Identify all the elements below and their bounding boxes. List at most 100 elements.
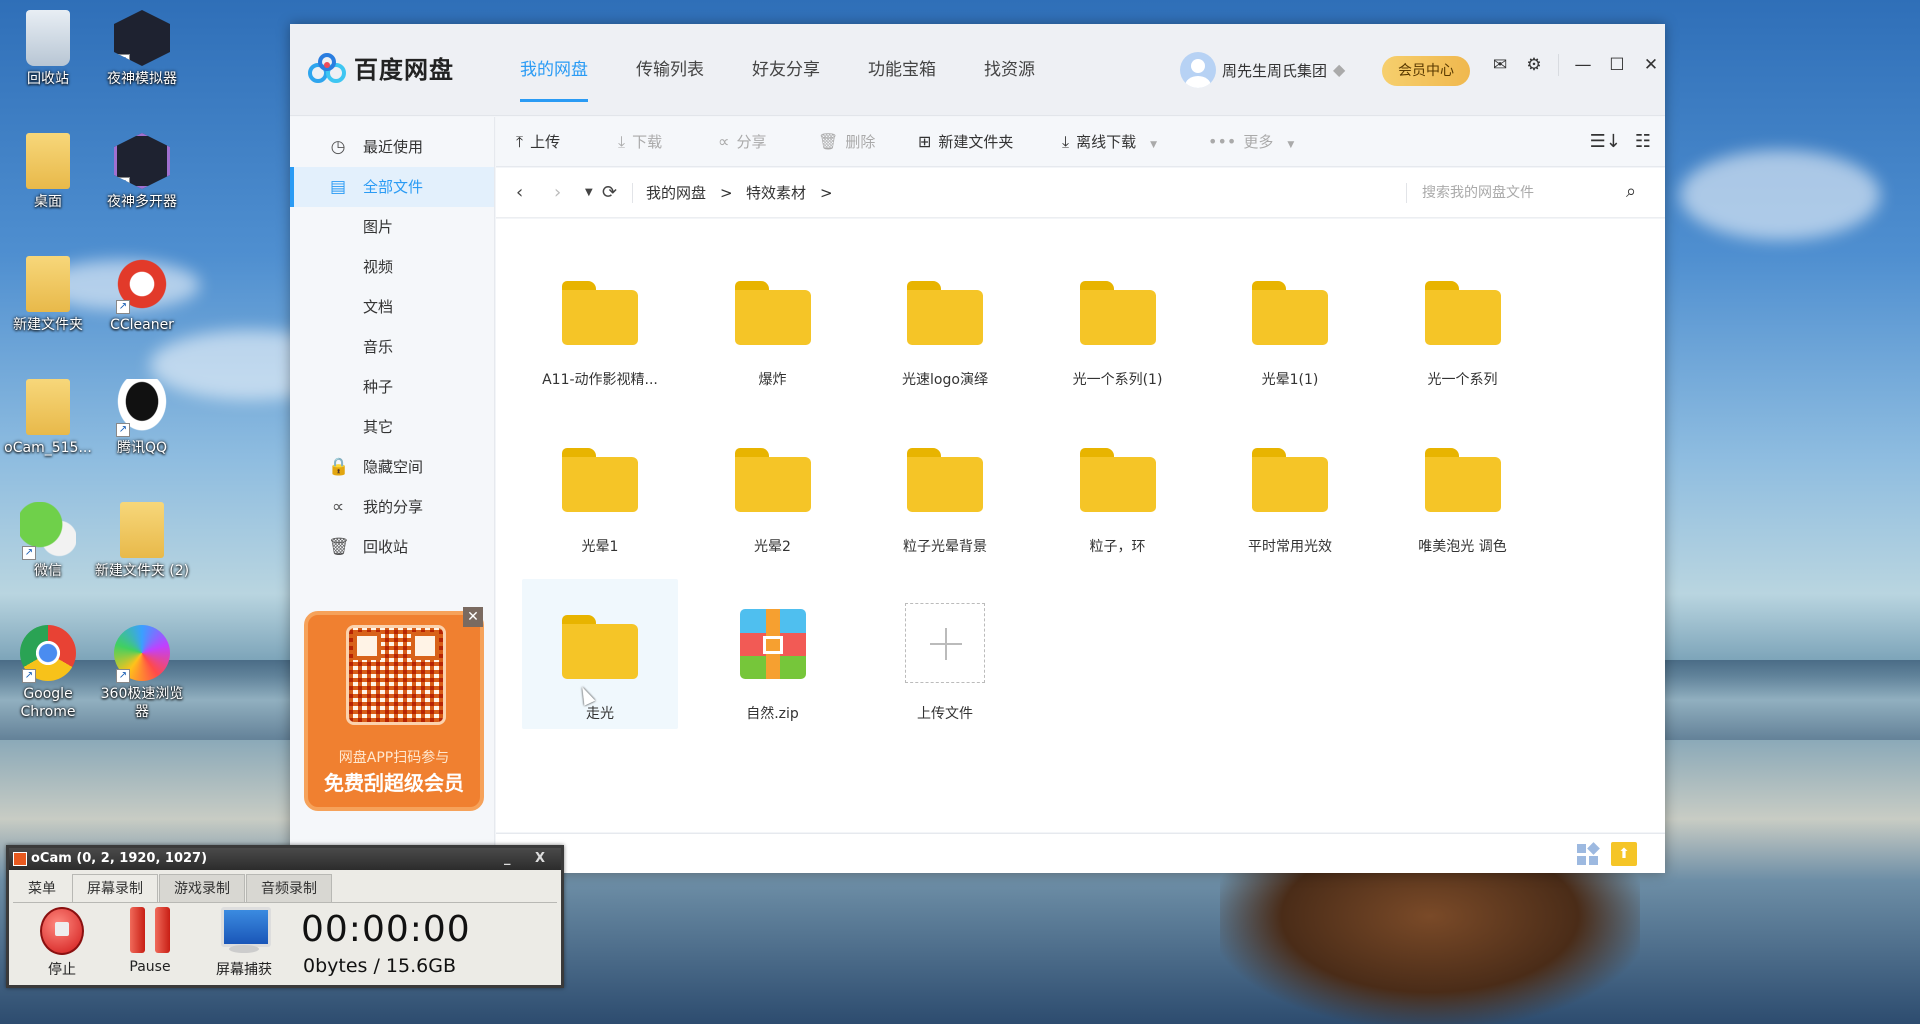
file-tile[interactable]: 粒子，环: [1040, 412, 1196, 562]
tab-toolbox[interactable]: 功能宝箱: [868, 24, 936, 116]
shortcut-arrow-icon: ↗: [116, 669, 130, 683]
status-footer: ⬆: [496, 833, 1665, 873]
file-tile[interactable]: 走光: [522, 579, 678, 729]
desktop-icon[interactable]: 桌面: [0, 133, 96, 211]
sidebar-item[interactable]: ∝ 我的分享: [290, 487, 494, 527]
breadcrumb-effects[interactable]: 特效素材: [746, 168, 806, 218]
search-icon[interactable]: ⌕: [1626, 181, 1636, 202]
delete-button[interactable]: 🗑 删除: [818, 117, 875, 167]
share-button[interactable]: ∝ 分享: [718, 117, 766, 167]
desktop-icon[interactable]: ↗ 夜神模拟器: [94, 10, 190, 88]
desktop-icon[interactable]: 新建文件夹 (2): [94, 502, 190, 580]
file-tile[interactable]: 唯美泡光 调色: [1385, 412, 1541, 562]
back-button[interactable]: ‹: [516, 168, 523, 218]
ocam-tab-menu[interactable]: 菜单: [13, 874, 71, 902]
upload-folder-icon[interactable]: ⬆: [1611, 842, 1637, 866]
history-dropdown-icon[interactable]: ▼: [585, 168, 593, 218]
file-tile[interactable]: 光晕1(1): [1212, 245, 1368, 395]
file-tile[interactable]: 自然.zip: [695, 579, 851, 729]
more-button[interactable]: ••• 更多 ▼: [1208, 117, 1294, 167]
sidebar-item[interactable]: 🗑 回收站: [290, 527, 494, 567]
sidebar-item[interactable]: 音乐: [290, 327, 494, 367]
desktop-icon[interactable]: ↗ 夜神多开器: [94, 133, 190, 211]
username[interactable]: 周先生周氏集团: [1222, 60, 1327, 81]
desktop-icon-label: 夜神模拟器: [107, 71, 177, 87]
desktop-icon[interactable]: ↗ Google Chrome: [0, 625, 96, 721]
path-bar: ‹ › ▼ ⟳ 我的网盘 > 特效素材 > ⌕: [496, 168, 1665, 218]
sidebar-item[interactable]: ▤ 全部文件: [290, 167, 494, 207]
tab-my-netdisk[interactable]: 我的网盘: [520, 24, 588, 116]
folder-icon: [562, 448, 638, 512]
desktop-icon-label: 新建文件夹: [13, 317, 83, 333]
tab-friend-share[interactable]: 好友分享: [752, 24, 820, 116]
folder-icon: [1424, 448, 1501, 512]
list-view-icon[interactable]: ☷: [1635, 131, 1651, 152]
maximize-button[interactable]: ☐: [1607, 55, 1627, 75]
desktop-icon[interactable]: ↗ 360极速浏览器: [94, 625, 190, 721]
file-tile[interactable]: 爆炸: [695, 245, 851, 395]
sidebar-item[interactable]: 种子: [290, 367, 494, 407]
file-tile[interactable]: A11-动作影视精...: [522, 245, 678, 395]
desktop-icon[interactable]: ↗ 腾讯QQ: [94, 379, 190, 457]
vip-center-button[interactable]: 会员中心: [1382, 56, 1470, 86]
tab-find-resources[interactable]: 找资源: [984, 24, 1035, 116]
sidebar-item[interactable]: 其它: [290, 407, 494, 447]
desktop-icon[interactable]: ↗ 微信: [0, 502, 96, 580]
diamond-icon[interactable]: ◆: [1333, 62, 1351, 78]
chevron-down-icon[interactable]: ▼: [1287, 140, 1294, 150]
ocam-title-bar[interactable]: oCam (0, 2, 1920, 1027) _ X: [9, 848, 561, 870]
forward-button[interactable]: ›: [554, 168, 561, 218]
upload-file-tile[interactable]: 上传文件: [867, 579, 1023, 729]
download-icon: ⤓: [1062, 132, 1070, 151]
file-name: 走光: [586, 706, 614, 722]
stop-button[interactable]: 停止: [27, 907, 97, 979]
sidebar-item[interactable]: 图片: [290, 207, 494, 247]
sort-icon[interactable]: ☰↓: [1590, 131, 1621, 152]
desktop-icon[interactable]: ↗ CCleaner: [94, 256, 190, 334]
folder-icon: [562, 615, 638, 679]
file-tile[interactable]: 粒子光晕背景: [867, 412, 1023, 562]
tab-transfer-list[interactable]: 传输列表: [636, 24, 704, 116]
upload-button[interactable]: ⤒ 上传: [516, 117, 560, 167]
new-folder-button[interactable]: ⊞ 新建文件夹: [918, 117, 1013, 167]
grid-view-icon[interactable]: [1577, 842, 1600, 866]
screen-capture-button[interactable]: 屏幕捕获: [209, 907, 279, 979]
user-profile[interactable]: 周先生周氏集团 ◆: [1180, 52, 1351, 88]
file-tile[interactable]: 光速logo演绎: [867, 245, 1023, 395]
chevron-down-icon[interactable]: ▼: [1150, 140, 1157, 150]
ocam-tab-screen-record[interactable]: 屏幕录制: [72, 874, 158, 902]
desktop-icon[interactable]: 回收站: [0, 10, 96, 88]
refresh-icon[interactable]: ⟳: [602, 168, 617, 218]
offline-download-button[interactable]: ⤓ 离线下载 ▼: [1062, 117, 1157, 167]
ocam-tab-audio-record[interactable]: 音频录制: [246, 874, 332, 902]
sidebar-item[interactable]: 文档: [290, 287, 494, 327]
ocam-window-controls[interactable]: _ X: [504, 848, 555, 870]
search-box: ⌕: [1406, 168, 1641, 218]
pause-icon: [130, 907, 170, 955]
pause-button[interactable]: Pause: [115, 907, 185, 975]
settings-gear-icon[interactable]: ⚙: [1524, 55, 1544, 75]
search-input[interactable]: [1406, 168, 1606, 218]
sidebar-item[interactable]: 🔒 隐藏空间: [290, 447, 494, 487]
file-tile[interactable]: 平时常用光效: [1212, 412, 1368, 562]
breadcrumb-my-netdisk[interactable]: 我的网盘: [646, 168, 706, 218]
sidebar-item[interactable]: 视频: [290, 247, 494, 287]
sidebar-item-label: 全部文件: [363, 178, 424, 196]
file-tile[interactable]: 光晕1: [522, 412, 678, 562]
sidebar-item-label: 最近使用: [363, 138, 424, 156]
promo-banner[interactable]: 网盘APP扫码参与 免费刮超级会员: [304, 611, 484, 811]
ocam-tab-game-record[interactable]: 游戏录制: [159, 874, 245, 902]
sidebar-item[interactable]: ◷ 最近使用: [290, 127, 494, 167]
desktop-icon[interactable]: oCam_515...: [0, 379, 96, 457]
close-button[interactable]: ✕: [1641, 55, 1661, 75]
file-tile[interactable]: 光一个系列: [1385, 245, 1541, 395]
promo-close-button[interactable]: ✕: [463, 607, 483, 627]
share-icon: ∝: [718, 132, 730, 151]
minimize-button[interactable]: —: [1573, 55, 1593, 75]
avatar[interactable]: [1180, 52, 1216, 88]
download-button[interactable]: ⤓ 下载: [618, 117, 662, 167]
file-tile[interactable]: 光晕2: [695, 412, 851, 562]
mail-icon[interactable]: ✉: [1490, 55, 1510, 75]
file-tile[interactable]: 光一个系列(1): [1040, 245, 1196, 395]
desktop-icon[interactable]: 新建文件夹: [0, 256, 96, 334]
